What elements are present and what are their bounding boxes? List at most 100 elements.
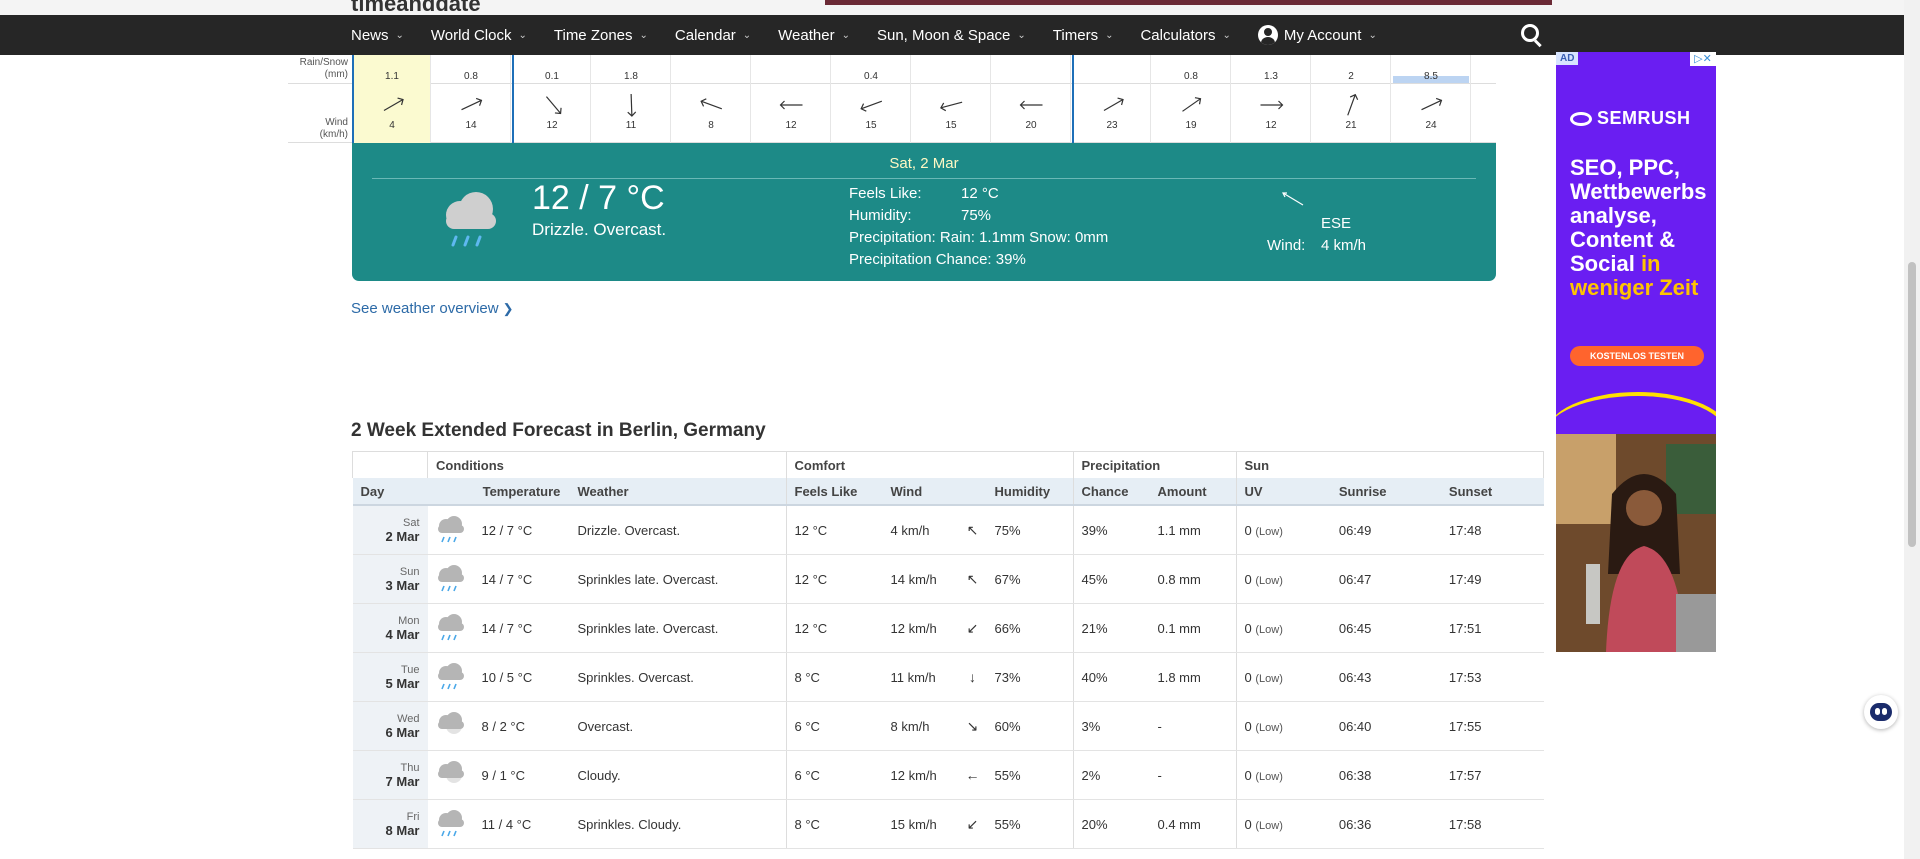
wind-cell: 4 km/h xyxy=(882,505,959,555)
ad-brand-text: SEMRUSH xyxy=(1597,108,1691,128)
semrush-ad[interactable]: AD ▷✕ SEMRUSH SEO, PPC, Wettbewerbs anal… xyxy=(1556,52,1716,652)
nav-item-sun-moon-space[interactable]: Sun, Moon & Space ⌄ xyxy=(877,27,1026,44)
weather-cell: Sprinkles late. Overcast. xyxy=(569,603,786,653)
hourly-cell[interactable]: 8 xyxy=(672,55,751,143)
wind-direction-icon: ↓ xyxy=(958,652,987,702)
wind-direction-icon: ↖ xyxy=(958,554,987,604)
table-row[interactable]: Sun 3 Mar 14 / 7 °C Sprinkles late. Overcas… xyxy=(352,554,1544,604)
wind-arrow-icon xyxy=(1182,97,1202,112)
wind-cell: 11 km/h xyxy=(882,652,959,702)
table-row[interactable]: Tue 5 Mar 10 / 5 °C Sprinkles. Overcast. 8 °… xyxy=(352,652,1544,702)
uv-cell: 0 (Low) xyxy=(1235,799,1331,849)
humidity-cell: 73% xyxy=(986,652,1073,702)
hourly-rain-value: 0.8 xyxy=(464,71,478,82)
sunset-cell: 17:55 xyxy=(1440,701,1544,751)
col-temperature: Temperature xyxy=(473,478,570,506)
weather-cell: Sprinkles. Cloudy. xyxy=(569,799,786,849)
amount-cell: - xyxy=(1149,701,1236,751)
day-date: 5 Mar xyxy=(385,676,420,691)
amount-cell: 0.8 mm xyxy=(1149,554,1236,604)
temperature-cell: 14 / 7 °C xyxy=(473,603,570,653)
day-cell: Sat 2 Mar xyxy=(352,505,428,555)
search-icon[interactable] xyxy=(1521,24,1543,48)
hourly-cell[interactable]: 15 xyxy=(912,55,991,143)
uv-cell: 0 (Low) xyxy=(1235,554,1331,604)
wind-arrow-icon xyxy=(940,101,963,112)
top-banner-ad[interactable] xyxy=(825,0,1552,5)
hourly-rain-value: 1.3 xyxy=(1264,71,1278,82)
hourly-cell[interactable]: 12 xyxy=(752,55,831,143)
weather-cell: Cloudy. xyxy=(569,750,786,800)
scrollbar-thumb[interactable] xyxy=(1908,262,1916,547)
selected-hour-detail: Sat, 2 Mar 12 / 7 °C Drizzle. Overcast. … xyxy=(352,143,1496,281)
nav-item-world-clock[interactable]: World Clock ⌄ xyxy=(431,27,527,44)
detail-wind: ESE Wind: 4 km/h xyxy=(1267,189,1427,259)
hourly-rain-value: 1.1 xyxy=(385,71,399,82)
sunset-cell: 17:51 xyxy=(1440,603,1544,653)
chance-cell: 39% xyxy=(1072,505,1150,555)
nav-items: News ⌄ World Clock ⌄ Time Zones ⌄ Calendar ⌄ Wea… xyxy=(351,15,1404,55)
hourly-cell[interactable]: 0.8 14 xyxy=(432,55,511,143)
chance-cell: 2% xyxy=(1072,750,1150,800)
wind-cell: 8 km/h xyxy=(882,701,959,751)
col-day: Day xyxy=(352,478,428,506)
assistant-bot-icon[interactable] xyxy=(1864,695,1898,729)
hourly-wind-value: 19 xyxy=(1185,120,1197,131)
hourly-cell[interactable]: 20 xyxy=(992,55,1071,143)
nav-item-label: Weather xyxy=(778,26,835,44)
ad-cta-button[interactable]: KOSTENLOS TESTEN xyxy=(1570,346,1704,366)
detail-date: Sat, 2 Mar xyxy=(889,155,959,172)
hourly-wind-value: 14 xyxy=(465,120,477,131)
col-uv: UV xyxy=(1235,478,1331,506)
rain-cloud-icon xyxy=(427,799,474,849)
nav-item-time-zones[interactable]: Time Zones ⌄ xyxy=(554,27,648,44)
hourly-rain-value: 0.1 xyxy=(545,71,559,82)
table-row[interactable]: Thu 7 Mar 9 / 1 °C Cloudy. 6 °C 12 km/h ← 55% 2%… xyxy=(352,750,1544,800)
top-strip: timeanddate xyxy=(0,0,1920,16)
humidity-value: 75% xyxy=(961,207,992,224)
hourly-cell[interactable]: 1.1 4 xyxy=(352,55,431,143)
chevron-down-icon: ⌄ xyxy=(639,29,648,41)
temperature-cell: 14 / 7 °C xyxy=(473,554,570,604)
ad-choices-close-icon[interactable]: ▷✕ xyxy=(1690,52,1716,66)
wind-label: Wind: xyxy=(1267,237,1306,254)
hourly-cell[interactable]: 8.5 24 xyxy=(1392,55,1471,143)
nav-item-timers[interactable]: Timers ⌄ xyxy=(1053,27,1114,44)
hourly-cell[interactable]: 2 21 xyxy=(1312,55,1391,143)
table-row[interactable]: Sat 2 Mar 12 / 7 °C Drizzle. Overcast. 12 °C… xyxy=(352,505,1544,555)
hourly-wind-value: 12 xyxy=(546,120,558,131)
day-of-week: Tue xyxy=(400,664,420,676)
see-weather-overview-link[interactable]: See weather overview ❯ xyxy=(351,300,513,317)
nav-item-calculators[interactable]: Calculators ⌄ xyxy=(1140,27,1230,44)
hourly-cell[interactable]: 0.4 15 xyxy=(832,55,911,143)
hourly-cell[interactable]: 1.8 11 xyxy=(592,55,671,143)
nav-item-news[interactable]: News ⌄ xyxy=(351,27,404,44)
temperature-cell: 12 / 7 °C xyxy=(473,505,570,555)
day-cell: Tue 5 Mar xyxy=(352,652,428,702)
hourly-cell[interactable]: 0.8 19 xyxy=(1152,55,1231,143)
wind-arrow-icon xyxy=(1421,97,1443,111)
page-scrollbar[interactable] xyxy=(1904,0,1920,859)
group-comfort: Comfort xyxy=(785,451,1074,478)
humidity-cell: 55% xyxy=(986,799,1073,849)
hourly-cell[interactable]: 0.1 12 xyxy=(512,55,591,143)
hourly-rain: 0.1 xyxy=(514,71,590,82)
col-sunset: Sunset xyxy=(1440,478,1544,506)
rain-cloud-icon xyxy=(427,505,474,555)
nav-item-calendar[interactable]: Calendar ⌄ xyxy=(675,27,751,44)
hourly-cell[interactable]: 23 xyxy=(1072,55,1151,143)
nav-item-my-account[interactable]: My Account ⌄ xyxy=(1257,25,1377,45)
nav-item-weather[interactable]: Weather ⌄ xyxy=(778,27,850,44)
weather-cell: Sprinkles late. Overcast. xyxy=(569,554,786,604)
humidity-cell: 66% xyxy=(986,603,1073,653)
rain-cloud-icon xyxy=(427,554,474,604)
table-row[interactable]: Fri 8 Mar 11 / 4 °C Sprinkles. Cloudy. 8 °C 1… xyxy=(352,799,1544,849)
hourly-cell[interactable]: 1.3 12 xyxy=(1232,55,1311,143)
extended-forecast-table: Conditions Comfort Precipitation Sun Day… xyxy=(352,451,1544,849)
feels-like-cell: 12 °C xyxy=(785,505,883,555)
table-row[interactable]: Mon 4 Mar 14 / 7 °C Sprinkles late. Overcas… xyxy=(352,603,1544,653)
table-row[interactable]: Wed 6 Mar 8 / 2 °C Overcast. 6 °C 8 km/h ↘ 60% 3… xyxy=(352,701,1544,751)
group-sun: Sun xyxy=(1235,451,1544,478)
day-date: 7 Mar xyxy=(385,774,420,789)
chevron-down-icon: ⌄ xyxy=(841,29,850,41)
